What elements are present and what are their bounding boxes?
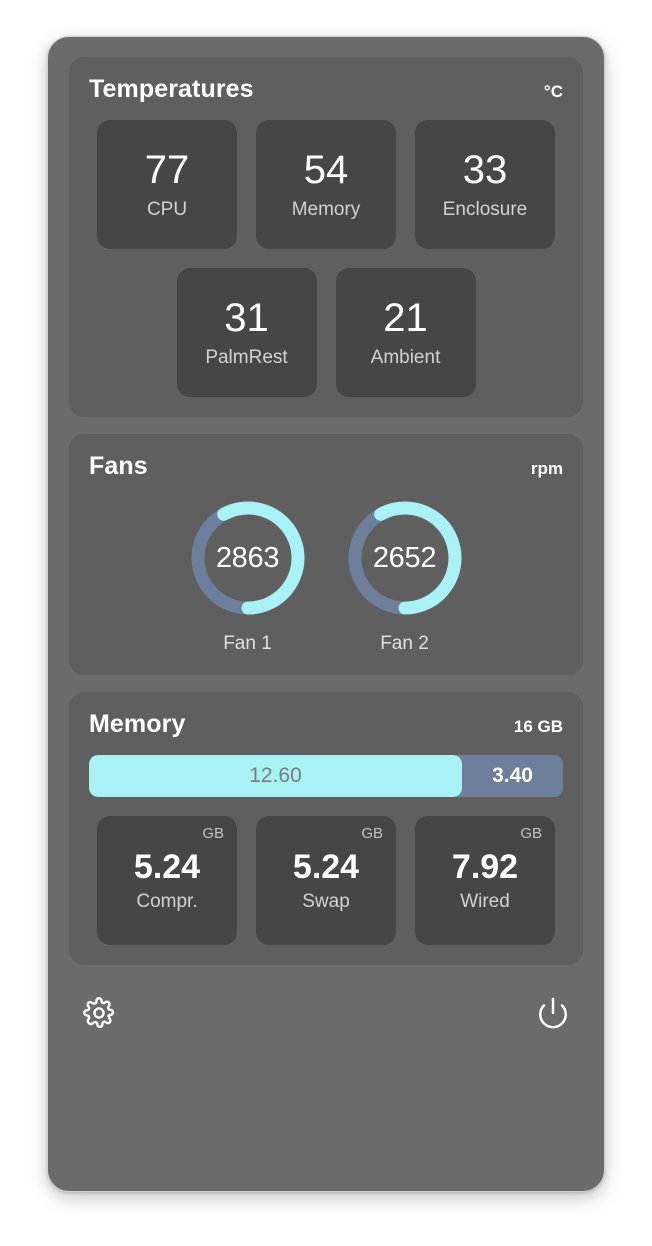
fan-gauge-value: 2652 <box>372 541 437 574</box>
tile-value: 77 <box>144 148 190 192</box>
tile-unit: GB <box>202 825 224 842</box>
temperature-tile-enclosure[interactable]: 33 Enclosure <box>415 120 555 249</box>
window-footer <box>69 982 583 1032</box>
tile-value: 5.24 <box>133 848 201 886</box>
memory-total: 16 GB <box>513 717 563 736</box>
tile-label: Memory <box>291 199 361 220</box>
tile-label: Wired <box>460 891 510 912</box>
tile-value: 7.92 <box>451 848 519 886</box>
fan-gauge-row: 2863 Fan 1 2652 Fan 2 <box>89 497 563 655</box>
temperature-tile-memory[interactable]: 54 Memory <box>256 120 396 249</box>
temperatures-card: Temperatures °C 77 CPU 54 Memory 33 Encl… <box>69 57 583 417</box>
fans-header: Fans rpm <box>89 452 563 481</box>
tile-label: Ambient <box>370 347 441 368</box>
memory-used-value: 12.60 <box>249 764 302 787</box>
fan-gauge-1[interactable]: 2863 Fan 1 <box>187 497 309 655</box>
tile-label: Swap <box>302 891 350 912</box>
tile-value: 31 <box>224 296 269 340</box>
temperatures-header: Temperatures °C <box>89 75 563 104</box>
system-monitor-window: Temperatures °C 77 CPU 54 Memory 33 Encl… <box>47 36 605 1192</box>
tile-unit: GB <box>520 825 542 842</box>
memory-tile-row: GB 5.24 Compr. GB 5.24 Swap GB 7.92 Wire… <box>89 816 563 945</box>
temperatures-unit: °C <box>543 82 563 101</box>
temperature-tile-row-1: 77 CPU 54 Memory 33 Enclosure <box>89 120 563 249</box>
temperature-tile-palmrest[interactable]: 31 PalmRest <box>176 268 317 397</box>
tile-value: 54 <box>303 148 349 192</box>
memory-tile-compressed[interactable]: GB 5.24 Compr. <box>97 816 237 945</box>
fans-card: Fans rpm 2863 Fan 1 2652 Fan 2 <box>69 434 583 675</box>
tile-label: Compr. <box>136 891 198 912</box>
memory-tile-wired[interactable]: GB 7.92 Wired <box>415 816 555 945</box>
temperature-tile-cpu[interactable]: 77 CPU <box>97 120 237 249</box>
fans-title: Fans <box>89 452 148 480</box>
memory-free-value: 3.40 <box>492 764 533 787</box>
tile-label: CPU <box>146 199 188 220</box>
tile-value: 21 <box>383 296 428 340</box>
temperature-tile-ambient[interactable]: 21 Ambient <box>335 268 476 397</box>
fans-unit: rpm <box>530 459 563 478</box>
memory-used-segment: 12.60 <box>89 755 463 797</box>
fan-gauge-ring: 2652 <box>344 497 466 619</box>
tile-value: 33 <box>462 148 508 192</box>
fan-gauge-ring: 2863 <box>187 497 309 619</box>
fan-gauge-value: 2863 <box>215 541 280 574</box>
tile-label: PalmRest <box>205 347 288 368</box>
tile-value: 5.24 <box>292 848 360 886</box>
memory-title: Memory <box>89 710 186 738</box>
memory-tile-swap[interactable]: GB 5.24 Swap <box>256 816 396 945</box>
tile-unit: GB <box>361 825 383 842</box>
tile-label: Enclosure <box>442 199 528 220</box>
memory-header: Memory 16 GB <box>89 710 563 739</box>
fan-gauge-2[interactable]: 2652 Fan 2 <box>344 497 466 655</box>
fan-gauge-label: Fan 2 <box>380 633 429 654</box>
temperature-tile-row-2: 31 PalmRest 21 Ambient <box>89 268 563 397</box>
power-button[interactable] <box>534 994 572 1032</box>
memory-card: Memory 16 GB 12.60 3.40 GB 5.24 Compr. G… <box>69 692 583 965</box>
temperatures-title: Temperatures <box>89 75 254 103</box>
memory-free-segment: 3.40 <box>462 755 563 797</box>
memory-usage-bar[interactable]: 12.60 3.40 <box>89 755 563 797</box>
fan-gauge-label: Fan 1 <box>223 633 272 654</box>
power-icon <box>539 997 567 1029</box>
gear-icon <box>83 997 115 1029</box>
settings-button[interactable] <box>80 994 118 1032</box>
